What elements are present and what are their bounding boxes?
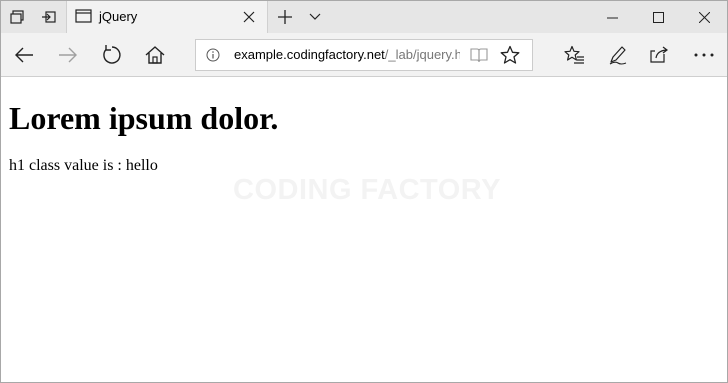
- home-icon[interactable]: [139, 39, 171, 71]
- info-icon[interactable]: [206, 48, 220, 62]
- pen-icon[interactable]: [602, 39, 634, 71]
- close-window-icon[interactable]: [681, 1, 727, 33]
- favorites-hub-icon[interactable]: [558, 39, 590, 71]
- page-content: CODING FACTORY Lorem ipsum dolor. h1 cla…: [1, 78, 727, 382]
- plus-icon[interactable]: [269, 1, 301, 33]
- url-text[interactable]: example.codingfactory.net/_lab/jquery.ht: [234, 47, 460, 62]
- set-aside-tabs-icon[interactable]: [33, 1, 65, 33]
- title-bar: jQuery: [1, 1, 727, 33]
- forward-arrow-icon: [52, 39, 84, 71]
- close-icon[interactable]: [237, 5, 261, 29]
- watermark: CODING FACTORY: [233, 174, 502, 206]
- minimize-icon[interactable]: [589, 1, 635, 33]
- page-heading: Lorem ipsum dolor.: [9, 100, 279, 136]
- page-icon: [75, 8, 93, 24]
- tabs-aside-icon[interactable]: [1, 1, 33, 33]
- browser-window: jQuery example.codingfactory.net/_lab/jq…: [0, 0, 728, 383]
- tab-jquery[interactable]: jQuery: [66, 1, 268, 33]
- nav-bar: example.codingfactory.net/_lab/jquery.ht: [1, 33, 727, 77]
- url-host: example.codingfactory.net: [234, 47, 385, 62]
- star-icon[interactable]: [500, 45, 520, 65]
- more-icon[interactable]: [688, 39, 720, 71]
- tab-title: jQuery: [99, 9, 138, 24]
- address-bar[interactable]: example.codingfactory.net/_lab/jquery.ht: [195, 39, 533, 71]
- url-path: /_lab/jquery.ht: [384, 47, 460, 62]
- back-arrow-icon[interactable]: [8, 39, 40, 71]
- chevron-down-icon[interactable]: [299, 1, 331, 33]
- page-text: h1 class value is : hello: [9, 157, 158, 174]
- refresh-icon[interactable]: [96, 39, 128, 71]
- maximize-icon[interactable]: [635, 1, 681, 33]
- reading-view-icon[interactable]: [470, 47, 488, 63]
- share-icon[interactable]: [644, 39, 676, 71]
